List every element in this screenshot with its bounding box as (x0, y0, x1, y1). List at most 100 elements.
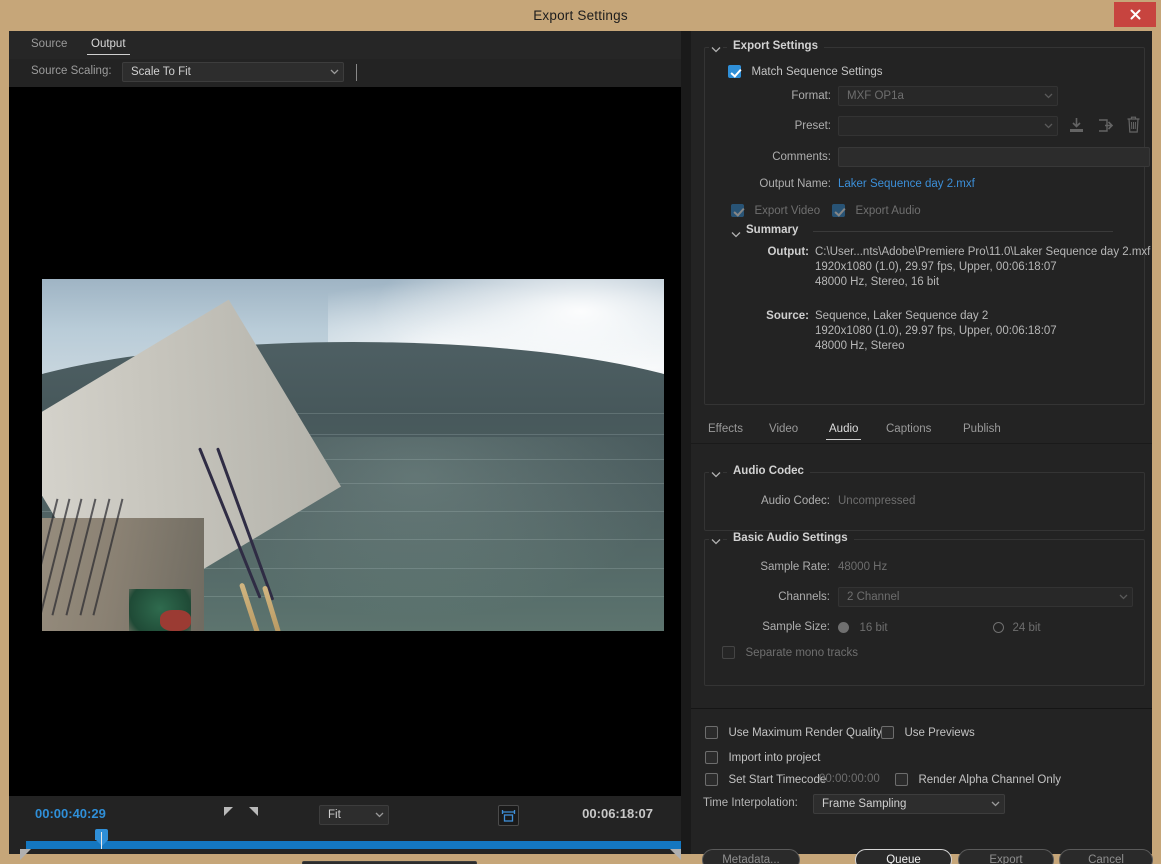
start-timecode-value[interactable]: 00:00:00:00 (819, 773, 880, 785)
video-preview-frame[interactable] (42, 279, 664, 631)
summary-output-line-2: 1920x1080 (1.0), 29.97 fps, Upper, 00:06… (815, 261, 1057, 273)
delete-preset-icon[interactable] (1126, 116, 1141, 139)
tab-audio[interactable]: Audio (826, 422, 862, 440)
preview-tabstrip: Source Output (9, 31, 681, 59)
output-name-label: Output Name: (759, 178, 831, 190)
work-area-handle-left[interactable] (20, 849, 31, 860)
tab-video[interactable]: Video (766, 422, 801, 439)
dialog-body: Source Output Source Scaling: Scale To F… (9, 31, 1153, 864)
mark-out-icon[interactable] (249, 807, 258, 816)
playhead[interactable] (95, 829, 108, 849)
use-previews-checkbox[interactable]: Use Previews (881, 724, 975, 742)
work-area-handle-right[interactable] (670, 849, 681, 860)
tab-output[interactable]: Output (87, 36, 130, 55)
video-preview-stage[interactable] (9, 87, 681, 796)
tab-publish[interactable]: Publish (960, 422, 1004, 439)
preview-red-object (160, 609, 192, 631)
preset-label: Preset: (794, 120, 831, 132)
summary-source-line-1: Sequence, Laker Sequence day 2 (815, 310, 989, 322)
radio-dot (993, 622, 1004, 634)
checkbox-box (895, 773, 908, 787)
format-value: MXF OP1a (847, 90, 904, 102)
channels-select[interactable]: 2 Channel (838, 587, 1133, 607)
time-interpolation-label: Time Interpolation: (703, 797, 798, 809)
collapse-basic-audio-icon[interactable] (709, 533, 723, 549)
time-interpolation-value: Frame Sampling (822, 798, 907, 810)
audio-codec-group: Audio Codec Audio Codec: Uncompressed (704, 465, 1145, 531)
settings-panel: Export Settings Match Sequence Settings … (691, 31, 1153, 864)
sample-rate-value: 48000 Hz (838, 561, 888, 573)
set-start-timecode-checkbox[interactable]: Set Start Timecode (705, 771, 826, 789)
tab-effects[interactable]: Effects (705, 422, 746, 439)
render-alpha-only-checkbox[interactable]: Render Alpha Channel Only (895, 771, 1061, 789)
match-sequence-settings-label: Match Sequence Settings (751, 65, 883, 78)
chevron-down-icon (370, 812, 388, 818)
checkbox-box (705, 751, 718, 765)
sample-size-radio-24bit[interactable]: 24 bit (993, 619, 1041, 637)
format-select[interactable]: MXF OP1a (838, 86, 1058, 106)
summary-source-line-3: 48000 Hz, Stereo (815, 340, 905, 352)
tab-source[interactable]: Source (27, 36, 71, 54)
title-bar: Export Settings (0, 0, 1161, 31)
source-range-glyph (501, 809, 516, 822)
chevron-down-icon (1114, 594, 1132, 600)
format-label: Format: (791, 90, 831, 102)
cancel-button[interactable]: Cancel (1059, 849, 1153, 864)
mark-in-icon[interactable] (224, 807, 233, 816)
audio-codec-label: Audio Codec: (760, 495, 830, 507)
checkbox-box (705, 726, 718, 740)
close-button[interactable] (1114, 2, 1156, 27)
collapse-audio-codec-icon[interactable] (709, 466, 723, 482)
sample-size-radio-16bit[interactable]: 16 bit (838, 619, 888, 637)
render-alpha-only-label: Render Alpha Channel Only (918, 773, 1062, 786)
separate-mono-tracks-checkbox[interactable]: Separate mono tracks (722, 644, 858, 662)
comments-input[interactable] (838, 147, 1150, 167)
sample-size-label: Sample Size: (762, 621, 830, 633)
export-audio-checkbox[interactable]: Export Audio (832, 202, 921, 220)
sample-rate-label: Sample Rate: (760, 561, 830, 573)
checkbox-box (705, 773, 718, 787)
import-preset-icon[interactable] (1098, 117, 1116, 139)
summary-source-line-2: 1920x1080 (1.0), 29.97 fps, Upper, 00:06… (815, 325, 1057, 337)
basic-audio-settings-title: Basic Audio Settings (727, 532, 854, 544)
panel-divider[interactable] (681, 31, 691, 854)
tab-captions[interactable]: Captions (883, 422, 934, 439)
source-range-icon[interactable] (498, 805, 519, 826)
settings-subtabs: Effects Video Audio Captions Publish (691, 417, 1152, 444)
import-into-project-checkbox[interactable]: Import into project (705, 749, 821, 767)
time-interpolation-select[interactable]: Frame Sampling (813, 794, 1005, 814)
output-name-link[interactable]: Laker Sequence day 2.mxf (838, 178, 975, 190)
metadata-button[interactable]: Metadata... (702, 849, 800, 864)
audio-codec-title: Audio Codec (727, 465, 810, 477)
source-scaling-label: Source Scaling: (31, 65, 112, 77)
match-sequence-settings-checkbox[interactable]: Match Sequence Settings (728, 63, 883, 81)
summary-title: Summary (746, 224, 799, 236)
text-caret (356, 64, 357, 81)
zoom-level-value: Fit (328, 809, 341, 821)
checkbox-box (832, 204, 845, 218)
export-video-label: Export Video (754, 204, 821, 217)
export-button[interactable]: Export (958, 849, 1054, 864)
preset-select[interactable] (838, 116, 1058, 136)
source-scaling-select[interactable]: Scale To Fit (122, 62, 344, 82)
summary-output-key: Output: (767, 246, 809, 258)
chevron-down-icon (1039, 93, 1057, 99)
current-timecode[interactable]: 00:00:40:29 (35, 806, 106, 821)
queue-button[interactable]: Queue (855, 849, 952, 864)
save-preset-icon[interactable] (1068, 117, 1085, 139)
summary-output-line-1: C:\User...nts\Adobe\Premiere Pro\11.0\La… (815, 246, 1151, 258)
zoom-level-select[interactable]: Fit (319, 805, 389, 825)
chevron-down-icon (986, 801, 1004, 807)
window-title: Export Settings (533, 8, 628, 23)
export-settings-group: Export Settings Match Sequence Settings … (704, 40, 1150, 405)
export-video-checkbox[interactable]: Export Video (731, 202, 820, 220)
separate-mono-tracks-label: Separate mono tracks (745, 646, 858, 659)
export-settings-window: Export Settings Source Output Source Sca… (0, 0, 1161, 864)
checkbox-box (722, 646, 735, 660)
export-audio-label: Export Audio (855, 204, 921, 217)
radio-dot (838, 622, 849, 634)
summary-output-line-3: 48000 Hz, Stereo, 16 bit (815, 276, 940, 288)
collapse-summary-icon[interactable] (729, 226, 743, 242)
use-max-render-quality-checkbox[interactable]: Use Maximum Render Quality (705, 724, 882, 742)
scrubber-track[interactable] (26, 841, 681, 849)
